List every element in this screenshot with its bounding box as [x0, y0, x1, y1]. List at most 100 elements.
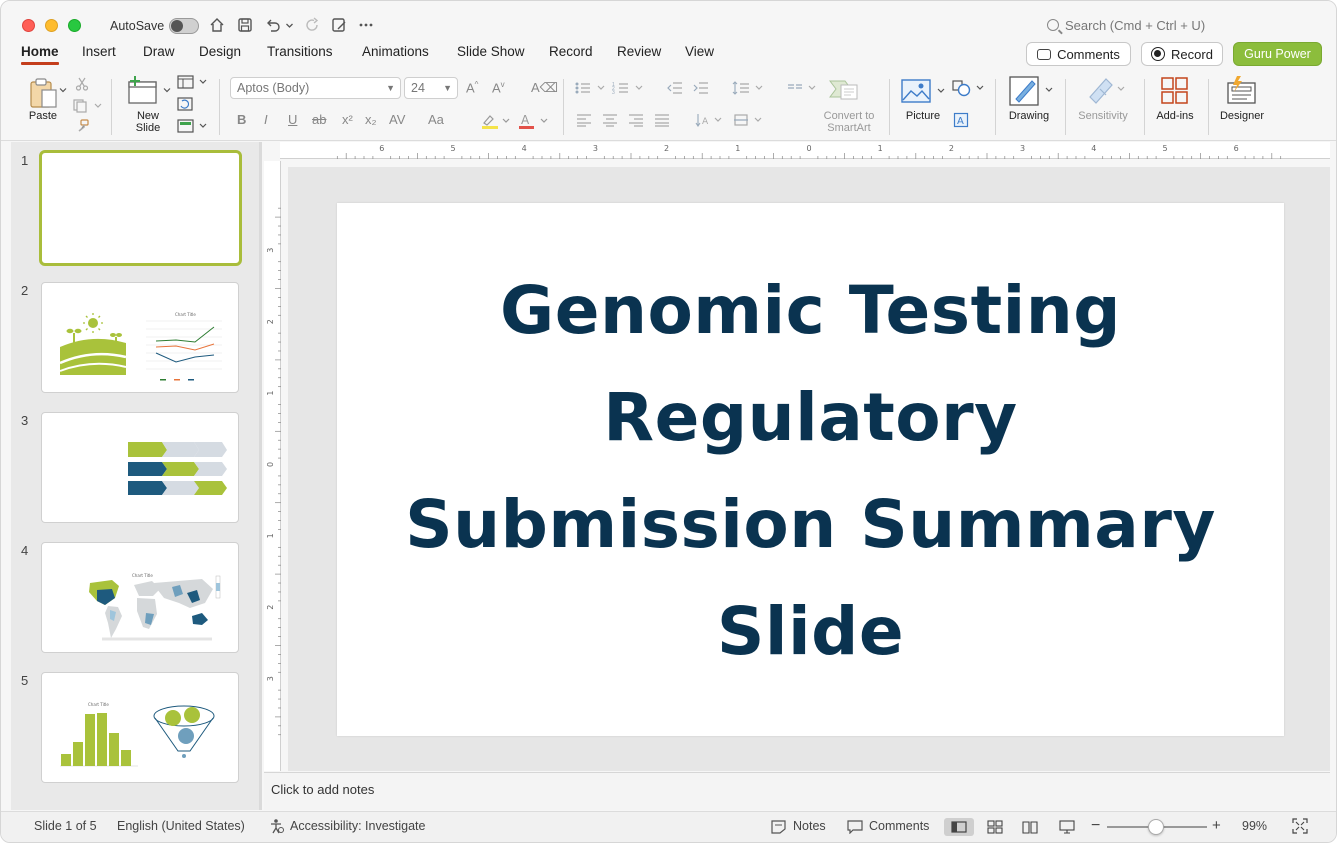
character-spacing-icon[interactable]: AV	[389, 112, 405, 127]
font-name-dropdown[interactable]: Aptos (Body) ▼	[230, 77, 401, 99]
superscript-icon[interactable]: x²	[342, 112, 353, 127]
bullets-icon[interactable]	[574, 81, 608, 98]
guru-power-button[interactable]: Guru Power	[1233, 42, 1322, 66]
align-right-icon[interactable]	[628, 113, 644, 130]
increase-font-size-icon[interactable]: A^	[466, 80, 478, 95]
save-icon[interactable]	[235, 15, 255, 35]
format-painter-icon[interactable]	[75, 119, 89, 136]
close-window-button[interactable]	[22, 19, 35, 32]
slide-title-line: Slide	[716, 593, 905, 670]
designer-icon[interactable]	[1225, 75, 1259, 108]
decrease-font-size-icon[interactable]: Av	[492, 80, 505, 95]
slide-thumbnail-panel: 1 2 Chart Title 3 4 Chart Title 5 Chart …	[11, 142, 259, 810]
reading-view-button[interactable]	[1019, 818, 1041, 836]
increase-indent-icon[interactable]	[693, 81, 709, 98]
minimize-window-button[interactable]	[45, 19, 58, 32]
undo-icon[interactable]	[263, 15, 283, 35]
tab-design[interactable]: Design	[199, 44, 241, 59]
record-button-label: Record	[1171, 46, 1213, 62]
ruler-label: 2	[664, 144, 669, 153]
numbering-icon[interactable]: 123	[612, 81, 646, 98]
comments-status-button[interactable]: Comments	[869, 819, 929, 833]
smartart-icon[interactable]	[827, 77, 863, 106]
tab-slide-show[interactable]: Slide Show	[457, 44, 525, 59]
customize-icon[interactable]	[329, 15, 349, 35]
tab-animations[interactable]: Animations	[362, 44, 429, 59]
slide-title-line: Regulatory	[603, 379, 1018, 456]
record-button[interactable]: Record	[1141, 42, 1223, 66]
font-color-icon[interactable]: A	[519, 113, 551, 132]
ruler-label: 6	[379, 144, 384, 153]
slide-show-view-button[interactable]	[1056, 818, 1078, 836]
bold-icon[interactable]: B	[237, 112, 246, 127]
text-box-icon[interactable]: A	[953, 112, 969, 131]
slide-thumbnail-2[interactable]: Chart Title	[41, 282, 239, 393]
accessibility-status[interactable]: Accessibility: Investigate	[290, 819, 425, 833]
panel-splitter[interactable]	[259, 142, 262, 810]
home-icon[interactable]	[207, 15, 227, 35]
more-icon[interactable]	[356, 15, 376, 35]
strikethrough-icon[interactable]: ab	[312, 112, 326, 127]
zoom-in-button[interactable]: +	[1212, 817, 1221, 834]
zoom-out-button[interactable]: −	[1091, 817, 1100, 835]
tab-transitions[interactable]: Transitions	[267, 44, 333, 59]
align-left-icon[interactable]	[576, 113, 592, 130]
search-placeholder: Search (Cmd + Ctrl + U)	[1065, 18, 1206, 33]
align-text-icon[interactable]	[733, 113, 767, 130]
current-slide[interactable]: Genomic Testing Regulatory Submission Su…	[337, 203, 1284, 736]
slide-thumbnail-3[interactable]	[41, 412, 239, 523]
text-direction-icon[interactable]: A	[695, 113, 727, 130]
tab-review[interactable]: Review	[617, 44, 661, 59]
reset-icon[interactable]	[177, 97, 193, 114]
slide-thumbnail-1[interactable]	[39, 150, 242, 266]
slide-sorter-view-button[interactable]	[984, 818, 1006, 836]
cut-icon[interactable]	[75, 77, 89, 94]
align-center-icon[interactable]	[602, 113, 618, 130]
highlight-icon[interactable]	[481, 113, 511, 132]
slide-title[interactable]: Genomic Testing Regulatory Submission Su…	[337, 257, 1284, 685]
notes-icon	[771, 820, 786, 837]
subscript-icon[interactable]: x₂	[365, 112, 377, 127]
slide-thumbnail-4[interactable]: Chart Title	[41, 542, 239, 653]
shapes-icon[interactable]	[951, 79, 987, 100]
notes-pane[interactable]: Click to add notes	[264, 772, 1330, 810]
tab-view[interactable]: View	[685, 44, 714, 59]
sensitivity-icon[interactable]	[1086, 75, 1126, 108]
search-box[interactable]: Search (Cmd + Ctrl + U)	[1047, 18, 1205, 33]
zoom-level[interactable]: 99%	[1242, 819, 1267, 833]
drawing-icon[interactable]	[1008, 75, 1054, 110]
autosave-toggle[interactable]	[169, 18, 199, 34]
fit-to-window-icon[interactable]	[1292, 818, 1308, 837]
line-spacing-icon[interactable]	[732, 81, 766, 98]
zoom-window-button[interactable]	[68, 19, 81, 32]
undo-dropdown-icon[interactable]	[283, 15, 295, 35]
tab-home[interactable]: Home	[21, 44, 59, 65]
zoom-slider-knob[interactable]	[1148, 819, 1164, 835]
decrease-indent-icon[interactable]	[667, 81, 683, 98]
italic-icon[interactable]: I	[264, 112, 268, 127]
copy-icon[interactable]	[73, 99, 103, 116]
section-icon[interactable]	[177, 119, 209, 136]
redo-icon[interactable]	[303, 15, 323, 35]
justify-icon[interactable]	[654, 113, 670, 130]
tab-record[interactable]: Record	[549, 44, 593, 59]
layout-icon[interactable]	[177, 75, 209, 92]
slide-thumbnail-5[interactable]: Chart Title	[41, 672, 239, 783]
change-case-icon[interactable]: Aa	[428, 112, 444, 127]
columns-icon[interactable]	[787, 81, 819, 98]
tab-insert[interactable]: Insert	[82, 44, 116, 59]
new-slide-icon[interactable]	[127, 75, 159, 107]
paste-dropdown-icon[interactable]	[58, 85, 68, 97]
add-ins-icon[interactable]	[1160, 77, 1190, 108]
underline-icon[interactable]: U	[288, 112, 297, 127]
tab-draw[interactable]: Draw	[143, 44, 175, 59]
ruler-label: 2	[266, 605, 275, 610]
clear-formatting-icon[interactable]: A⌫	[531, 80, 558, 96]
notes-button[interactable]: Notes	[793, 819, 826, 833]
language-indicator[interactable]: English (United States)	[117, 819, 245, 833]
font-size-dropdown[interactable]: 24 ▼	[404, 77, 458, 99]
picture-icon[interactable]	[901, 79, 947, 108]
comments-button[interactable]: Comments	[1026, 42, 1131, 66]
normal-view-button[interactable]	[944, 818, 974, 836]
new-slide-dropdown-icon[interactable]	[162, 85, 172, 97]
